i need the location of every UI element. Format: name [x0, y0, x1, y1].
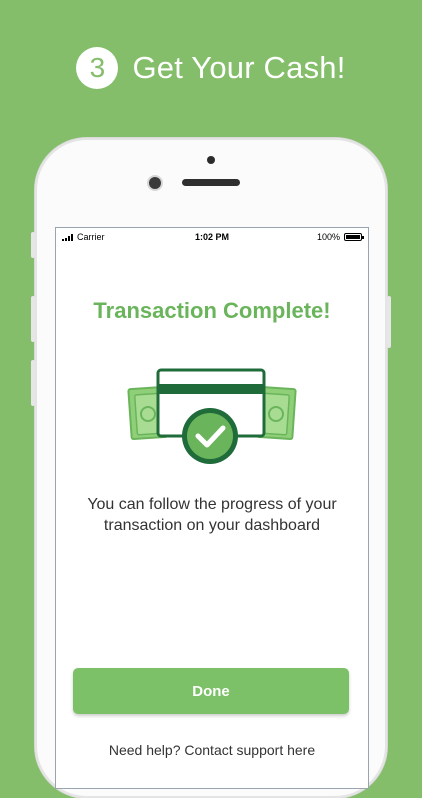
- phone-volume-up: [31, 296, 35, 342]
- phone-mute-switch: [31, 232, 35, 258]
- transaction-title: Transaction Complete!: [93, 298, 331, 323]
- sensor-dot: [207, 156, 215, 164]
- done-button[interactable]: Done: [73, 668, 349, 714]
- phone-volume-down: [31, 360, 35, 406]
- transaction-message: You can follow the progress of your tran…: [87, 496, 337, 534]
- battery-icon: [344, 233, 364, 241]
- promo-header: 3 Get Your Cash!: [0, 45, 422, 91]
- battery-percent: 100%: [316, 232, 340, 242]
- support-link[interactable]: Need help? Contact support here: [56, 742, 368, 758]
- status-bar: Carrier 1:02 PM 100%: [56, 228, 368, 246]
- promo-title: Get Your Cash!: [132, 50, 346, 85]
- card-cash-check-icon: [126, 368, 298, 468]
- earpiece-speaker: [182, 179, 240, 186]
- phone-screen: Carrier 1:02 PM 100% Transaction Complet…: [55, 227, 369, 789]
- front-camera: [149, 177, 161, 189]
- phone-frame: Carrier 1:02 PM 100% Transaction Complet…: [31, 138, 391, 798]
- check-circle-icon: [182, 408, 238, 464]
- phone-power-button: [387, 296, 391, 348]
- step-badge: 3: [76, 47, 119, 89]
- status-right: 100%: [316, 232, 364, 242]
